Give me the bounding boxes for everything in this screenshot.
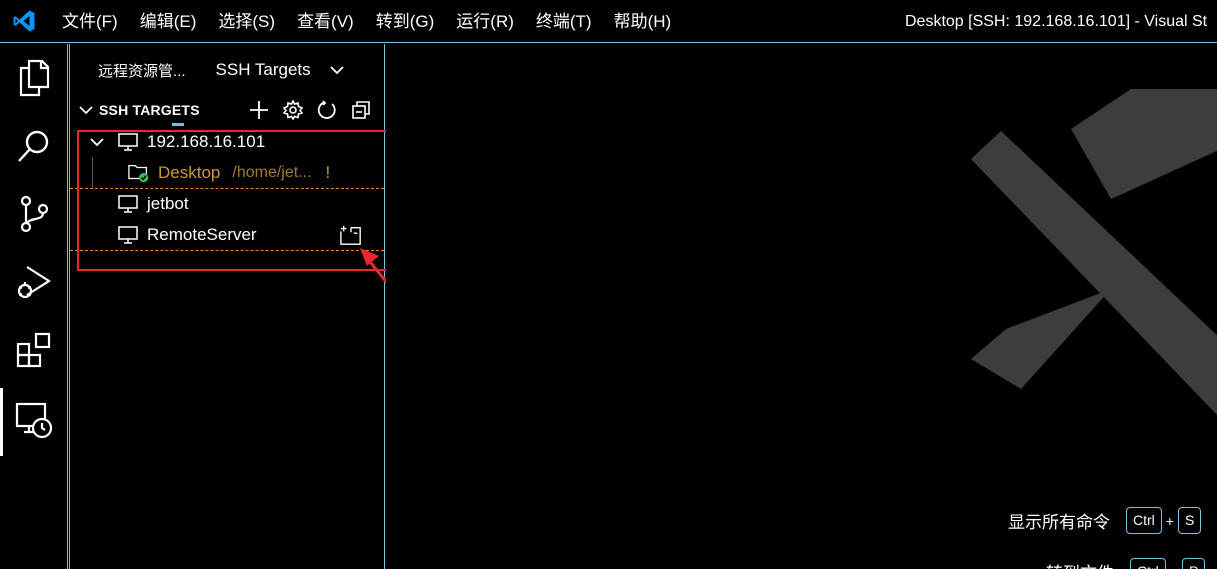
sidebar: 远程资源管... SSH Targets SSH TARGETS 192.168… — [69, 44, 385, 569]
search-icon[interactable] — [0, 112, 68, 180]
chevron-down-icon[interactable] — [78, 102, 94, 118]
menu-view[interactable]: 查看(V) — [286, 0, 365, 43]
vscode-watermark-icon — [971, 89, 1217, 415]
menu-edit[interactable]: 编辑(E) — [129, 0, 208, 43]
sidebar-title: 远程资源管... — [98, 62, 186, 80]
add-icon[interactable] — [248, 99, 270, 121]
plus-sign: + — [1170, 564, 1178, 569]
collapse-all-icon[interactable] — [350, 99, 372, 121]
vscode-logo-icon — [0, 0, 48, 43]
menubar: 文件(F) 编辑(E) 选择(S) 查看(V) 转到(G) 运行(R) 终端(T… — [48, 0, 682, 43]
key-shift: S — [1177, 507, 1202, 534]
key-ctrl: Ctrl — [1126, 507, 1162, 534]
plus-sign: + — [1165, 512, 1174, 529]
menu-run[interactable]: 运行(R) — [445, 0, 525, 43]
titlebar: 文件(F) 编辑(E) 选择(S) 查看(V) 转到(G) 运行(R) 终端(T… — [0, 0, 1217, 43]
shortcut-show-all-commands: 显示所有命令 Ctrl + S — [1008, 507, 1202, 534]
extensions-icon[interactable] — [0, 316, 68, 384]
shortcut-label: 显示所有命令 — [1008, 513, 1110, 532]
editor-area: 显示所有命令 Ctrl + S 转到文件 Ctrl + P — [386, 44, 1217, 569]
remote-explorer-icon[interactable] — [0, 386, 68, 456]
menu-selection[interactable]: 选择(S) — [207, 0, 286, 43]
activity-bar — [0, 44, 68, 569]
menu-file[interactable]: 文件(F) — [48, 0, 129, 43]
menu-help[interactable]: 帮助(H) — [603, 0, 683, 43]
section-actions — [248, 96, 372, 124]
window-title: Desktop [SSH: 192.168.16.101] - Visual S… — [905, 13, 1208, 30]
shortcut-label: 转到文件 — [1046, 559, 1114, 569]
menu-terminal[interactable]: 终端(T) — [525, 0, 603, 43]
ssh-targets-section-header[interactable]: SSH TARGETS — [70, 96, 384, 124]
key-ctrl: Ctrl — [1130, 558, 1166, 569]
ssh-targets-dropdown[interactable]: SSH Targets — [216, 60, 311, 80]
section-title: SSH TARGETS — [99, 102, 200, 118]
refresh-icon[interactable] — [316, 99, 338, 121]
shortcut-go-to-file: 转到文件 Ctrl + P — [1008, 558, 1206, 569]
key-p: P — [1181, 558, 1206, 569]
gear-icon[interactable] — [282, 99, 304, 121]
run-debug-icon[interactable] — [0, 248, 68, 316]
menu-go[interactable]: 转到(G) — [365, 0, 446, 43]
sidebar-header: 远程资源管... SSH Targets — [70, 44, 384, 96]
chevron-down-icon[interactable] — [329, 62, 345, 78]
source-control-icon[interactable] — [0, 180, 68, 248]
explorer-icon[interactable] — [0, 44, 68, 112]
vscode-window: 文件(F) 编辑(E) 选择(S) 查看(V) 转到(G) 运行(R) 终端(T… — [0, 0, 1217, 569]
